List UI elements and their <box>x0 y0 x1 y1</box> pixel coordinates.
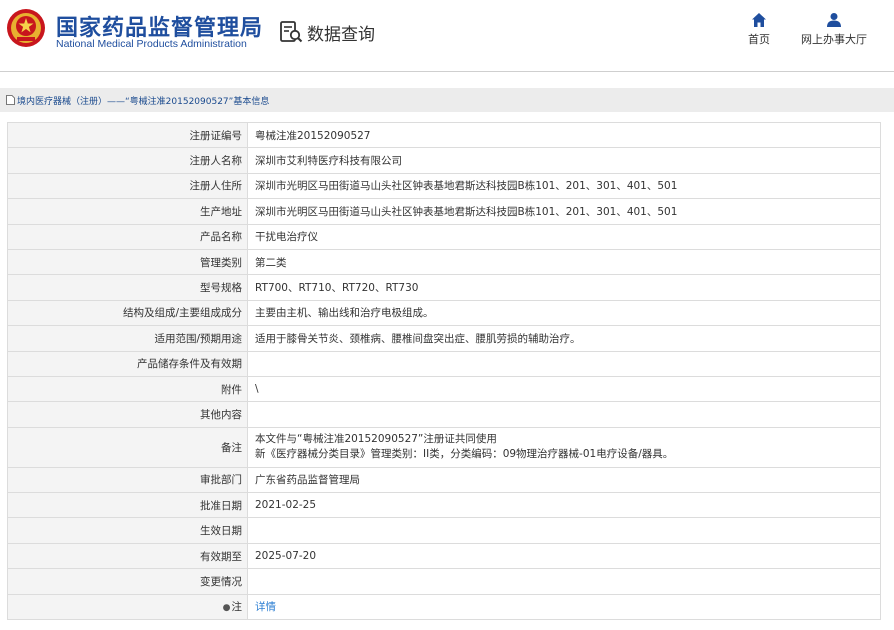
field-value: 广东省药品监督管理局 <box>247 466 881 494</box>
national-emblem-logo <box>7 9 45 47</box>
table-row: 其他内容 <box>7 401 881 428</box>
field-value: 第二类 <box>247 248 881 276</box>
details-link[interactable]: 详情 <box>255 601 276 613</box>
breadcrumb-text[interactable]: 境内医疗器械（注册）——“粤械注准20152090527”基本信息 <box>17 94 269 107</box>
table-row: 生产地址 深圳市光明区马田街道马山头社区钟表基地君斯达科技园B栋101、201、3… <box>7 198 881 225</box>
field-value <box>247 517 881 544</box>
table-row: 管理类别 第二类 <box>7 248 881 276</box>
table-row: 变更情况 <box>7 568 881 595</box>
nav-home[interactable]: 首页 <box>748 12 770 47</box>
remark-line: 本文件与“粤械注准20152090527”注册证共同使用 <box>255 433 497 446</box>
user-icon <box>827 13 841 27</box>
registration-info-table: 注册证编号 粤械注准20152090527 注册人名称 深圳市艾利特医疗科技有限公司… <box>7 121 881 621</box>
field-value: 干扰电治疗仪 <box>247 223 881 250</box>
field-label: 变更情况 <box>7 568 248 595</box>
table-row: 结构及组成/主要组成成分 主要由主机、输出线和治疗电极组成。 <box>7 299 881 327</box>
table-row-note: ●注 详情 <box>7 593 881 621</box>
field-label: 管理类别 <box>7 248 248 276</box>
field-label-note: ●注 <box>7 593 248 621</box>
field-label: 其他内容 <box>7 401 248 428</box>
field-value: 深圳市光明区马田街道马山头社区钟表基地君斯达科技园B栋101、201、301、4… <box>247 198 881 225</box>
field-value: 主要由主机、输出线和治疗电极组成。 <box>247 299 881 327</box>
document-icon <box>6 95 15 105</box>
nav-home-label: 首页 <box>748 33 770 46</box>
header-divider <box>0 71 894 72</box>
table-row: 产品名称 干扰电治疗仪 <box>7 223 881 250</box>
field-label: 备注 <box>7 426 248 468</box>
table-row: 产品储存条件及有效期 <box>7 350 881 377</box>
table-row: 批准日期 2021-02-25 <box>7 492 881 519</box>
table-row: 有效期至 2025-07-20 <box>7 542 881 570</box>
field-value <box>247 350 881 377</box>
field-label: 型号规格 <box>7 274 248 301</box>
table-row: 注册证编号 粤械注准20152090527 <box>7 121 881 149</box>
pin-icon: ● <box>222 603 231 614</box>
field-value: RT700、RT710、RT720、RT730 <box>247 274 881 301</box>
site-header: 国家药品监督管理局 National Medical Products Admi… <box>0 0 894 72</box>
nav-online-service-hall-label: 网上办事大厅 <box>801 33 867 46</box>
field-label: 生产地址 <box>7 198 248 225</box>
field-label: 批准日期 <box>7 492 248 519</box>
table-row: 附件 \ <box>7 375 881 403</box>
field-label: 有效期至 <box>7 542 248 570</box>
field-value: 2021-02-25 <box>247 492 881 519</box>
field-label: 审批部门 <box>7 466 248 494</box>
home-icon <box>752 13 766 27</box>
table-row: 型号规格 RT700、RT710、RT720、RT730 <box>7 274 881 301</box>
site-title-en: National Medical Products Administration <box>56 38 247 50</box>
field-label: 产品名称 <box>7 223 248 250</box>
table-row: 生效日期 <box>7 517 881 544</box>
table-row: 注册人名称 深圳市艾利特医疗科技有限公司 <box>7 147 881 174</box>
table-row: 适用范围/预期用途 适用于膝骨关节炎、颈椎病、腰椎间盘突出症、腰肌劳损的辅助治疗。 <box>7 325 881 352</box>
field-value <box>247 568 881 595</box>
note-label: 注 <box>231 601 243 614</box>
field-value-note: 详情 <box>247 593 881 621</box>
field-label: 附件 <box>7 375 248 403</box>
field-label: 生效日期 <box>7 517 248 544</box>
field-value: 深圳市光明区马田街道马山头社区钟表基地君斯达科技园B栋101、201、301、4… <box>247 172 881 200</box>
breadcrumb: 境内医疗器械（注册）——“粤械注准20152090527”基本信息 <box>0 88 894 112</box>
data-query-label: 数据查询 <box>307 24 375 45</box>
table-row: 注册人住所 深圳市光明区马田街道马山头社区钟表基地君斯达科技园B栋101、201、… <box>7 172 881 200</box>
field-label: 注册证编号 <box>7 121 248 149</box>
field-value: 粤械注准20152090527 <box>247 121 881 149</box>
table-row-remark: 备注 本文件与“粤械注准20152090527”注册证共同使用 新《医疗器械分类… <box>7 426 881 468</box>
data-query-link[interactable]: 数据查询 <box>279 18 375 46</box>
field-value: \ <box>247 375 881 403</box>
field-label: 结构及组成/主要组成成分 <box>7 299 248 327</box>
field-label: 注册人名称 <box>7 147 248 174</box>
table-row: 审批部门 广东省药品监督管理局 <box>7 466 881 494</box>
nav-online-service-hall[interactable]: 网上办事大厅 <box>801 12 867 47</box>
document-search-icon <box>280 21 303 43</box>
field-label: 适用范围/预期用途 <box>7 325 248 352</box>
field-value: 深圳市艾利特医疗科技有限公司 <box>247 147 881 174</box>
field-label: 注册人住所 <box>7 172 248 200</box>
field-value: 适用于膝骨关节炎、颈椎病、腰椎间盘突出症、腰肌劳损的辅助治疗。 <box>247 325 881 352</box>
field-value <box>247 401 881 428</box>
field-label: 产品储存条件及有效期 <box>7 350 248 377</box>
remark-line: 新《医疗器械分类目录》管理类别：II类，分类编码：09物理治疗器械-01电疗设备… <box>255 448 674 461</box>
field-value-remark: 本文件与“粤械注准20152090527”注册证共同使用 新《医疗器械分类目录》… <box>247 426 881 468</box>
field-value: 2025-07-20 <box>247 542 881 570</box>
